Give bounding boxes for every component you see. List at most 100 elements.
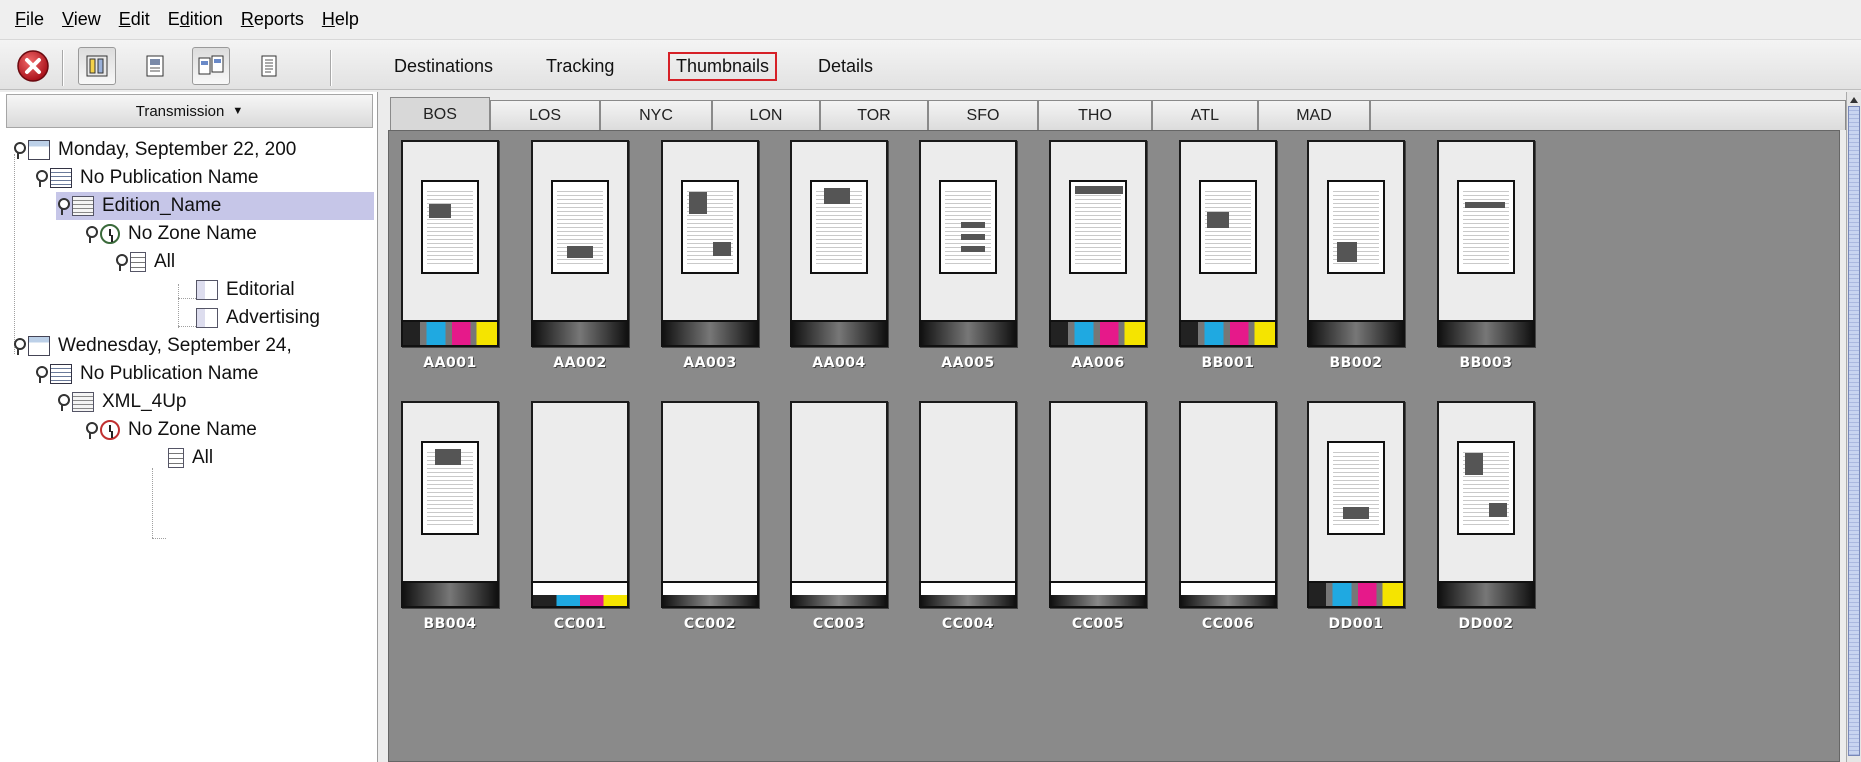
tree-node-zone[interactable]: No Zone Name (84, 416, 261, 444)
tree-node-editorial[interactable]: Editorial (196, 276, 299, 304)
page-thumbnail[interactable]: DD001 (1307, 401, 1417, 645)
page-thumbnail[interactable]: AA002 (531, 140, 641, 384)
page-thumbnail[interactable]: CC003 (790, 401, 900, 645)
pin-icon[interactable] (12, 140, 26, 160)
menu-edition[interactable]: Edition (168, 9, 223, 30)
thumbnail-label: BB002 (1329, 355, 1383, 371)
menu-reports[interactable]: Reports (241, 9, 304, 30)
tree-node-edition-selected[interactable]: Edition_Name (56, 192, 374, 220)
menu-file-label: ile (26, 9, 45, 29)
page-preview (681, 180, 739, 274)
menu-file[interactable]: File (15, 9, 44, 30)
page-thumbnail[interactable]: CC005 (1049, 401, 1159, 645)
edition-icon (72, 392, 94, 412)
close-button[interactable] (14, 47, 52, 85)
vertical-scrollbar[interactable] (1846, 92, 1861, 762)
thumbnail-label: CC005 (1071, 616, 1125, 632)
thumbnails-panel: BOS LOS NYC LON TOR SFO THO ATL MAD AA00… (380, 92, 1846, 762)
tree-node-advertising[interactable]: Advertising (196, 304, 324, 332)
page-thumbnail[interactable]: CC006 (1179, 401, 1289, 645)
menu-edit[interactable]: Edit (119, 9, 150, 30)
tree-node-date-monday[interactable]: Monday, September 22, 200 (12, 136, 300, 164)
page-thumbnail[interactable]: AA001 (401, 140, 511, 384)
page-view-button[interactable] (136, 47, 174, 85)
thumbnail-label: DD002 (1458, 616, 1514, 632)
page-preview (1327, 441, 1385, 535)
thumbnail-label: BB004 (423, 616, 477, 632)
tab-destination-tho[interactable]: THO (1038, 100, 1152, 130)
tree-node-all-pages[interactable]: All (168, 444, 217, 472)
publication-icon (50, 364, 72, 384)
menu-view-label: iew (73, 9, 101, 29)
thumbnail-frame (790, 401, 888, 608)
tab-destination-los[interactable]: LOS (490, 100, 600, 130)
tree-node-date-wednesday[interactable]: Wednesday, September 24, (12, 332, 296, 360)
tree-node-publication[interactable]: No Publication Name (34, 164, 262, 192)
thumbnail-label: CC006 (1201, 616, 1255, 632)
page-thumbnail[interactable]: DD002 (1437, 401, 1547, 645)
page-thumbnail[interactable]: BB003 (1437, 140, 1547, 384)
page-thumbnail[interactable]: CC002 (661, 401, 771, 645)
spread-view-button[interactable] (192, 47, 230, 85)
page-thumbnail[interactable]: BB001 (1179, 140, 1289, 384)
thumbnail-label: CC001 (553, 616, 607, 632)
pin-icon[interactable] (34, 364, 48, 384)
page-thumbnail[interactable]: BB004 (401, 401, 511, 645)
tab-destination-atl[interactable]: ATL (1152, 100, 1258, 130)
menu-view[interactable]: View (62, 9, 101, 30)
pin-icon[interactable] (114, 252, 128, 272)
pin-icon[interactable] (56, 392, 70, 412)
tab-details[interactable]: Details (812, 54, 879, 79)
scrollbar-thumb[interactable] (1848, 106, 1860, 756)
pin-icon[interactable] (56, 196, 70, 216)
color-separation-bar (661, 581, 759, 608)
publication-icon (50, 168, 72, 188)
page-thumbnail[interactable]: BB002 (1307, 140, 1417, 384)
tree-node-all-pages[interactable]: All (114, 248, 179, 276)
thumbnail-frame (1049, 401, 1147, 608)
tab-destination-sfo[interactable]: SFO (928, 100, 1038, 130)
tab-destination-tor[interactable]: TOR (820, 100, 928, 130)
page-thumbnail[interactable]: CC001 (531, 401, 641, 645)
thumbnail-frame (531, 140, 629, 347)
color-separation-bar (401, 320, 499, 347)
scroll-up-arrow-icon[interactable] (1850, 97, 1858, 103)
color-separation-bar (1307, 581, 1405, 608)
page-thumbnail[interactable]: AA005 (919, 140, 1029, 384)
tab-destination-bos[interactable]: BOS (390, 97, 490, 131)
pin-icon[interactable] (34, 168, 48, 188)
tab-destination-nyc[interactable]: NYC (600, 100, 712, 130)
text-view-button[interactable] (250, 47, 288, 85)
tree-node-edition-xml[interactable]: XML_4Up (56, 388, 191, 416)
color-separation-bar (401, 581, 499, 608)
menu-help[interactable]: Help (322, 9, 359, 30)
page-thumbnail[interactable]: AA003 (661, 140, 771, 384)
menu-reports-accel: R (240, 9, 254, 29)
page-thumbnail[interactable]: AA006 (1049, 140, 1159, 384)
thumbnail-frame (1307, 401, 1405, 608)
color-separation-bar (531, 581, 629, 608)
transmission-dropdown[interactable]: Transmission ▼ (6, 94, 373, 128)
tree-node-publication[interactable]: No Publication Name (34, 360, 262, 388)
pin-icon[interactable] (12, 336, 26, 356)
menu-edition-label: Edition (167, 9, 223, 29)
color-separation-bar (531, 320, 629, 347)
columns-view-button[interactable] (78, 47, 116, 85)
thumbnail-frame (919, 401, 1017, 608)
pin-icon[interactable] (84, 224, 98, 244)
tab-thumbnails[interactable]: Thumbnails (668, 52, 778, 81)
page-preview (1327, 180, 1385, 274)
pin-icon[interactable] (84, 420, 98, 440)
tree-node-label: No Publication Name (80, 363, 259, 384)
page-preview (1457, 180, 1515, 274)
page-thumbnail[interactable]: AA004 (790, 140, 900, 384)
tree-node-zone[interactable]: No Zone Name (84, 220, 261, 248)
thumbnail-frame (401, 401, 499, 608)
tab-tracking[interactable]: Tracking (540, 54, 620, 79)
page-thumbnail[interactable]: CC004 (919, 401, 1029, 645)
tab-destinations[interactable]: Destinations (388, 54, 499, 79)
menu-edit-accel: E (118, 9, 131, 29)
color-separation-bar (1049, 581, 1147, 608)
tab-destination-mad[interactable]: MAD (1258, 100, 1370, 130)
tab-destination-lon[interactable]: LON (712, 100, 820, 130)
